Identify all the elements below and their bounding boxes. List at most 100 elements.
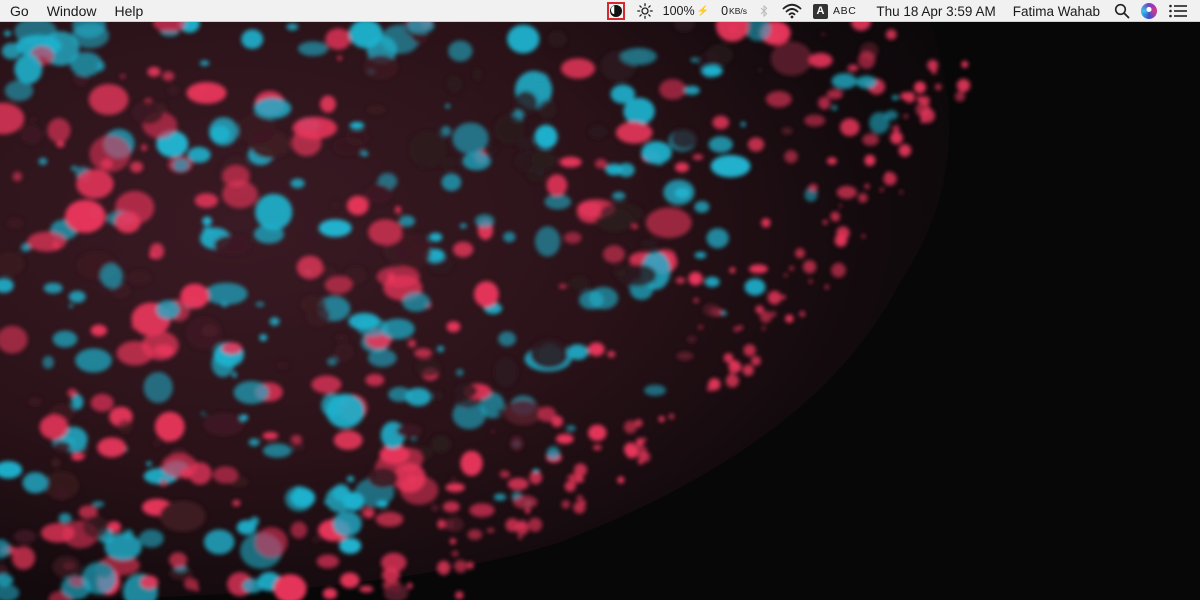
- wallpaper-blob: [683, 85, 700, 95]
- input-source-label[interactable]: ABC: [833, 0, 856, 22]
- wallpaper-blob: [259, 334, 268, 342]
- wallpaper-blob: [292, 443, 305, 451]
- wallpaper-blob: [250, 516, 260, 526]
- wallpaper-blob: [242, 578, 264, 594]
- wallpaper-droplet: [525, 508, 531, 514]
- wallpaper-blob: [394, 205, 402, 214]
- wallpaper-droplet: [784, 273, 788, 277]
- input-source-icon[interactable]: A: [812, 3, 828, 19]
- wallpaper-blob: [43, 282, 63, 294]
- wallpaper-blob: [203, 529, 235, 555]
- menu-help[interactable]: Help: [105, 0, 152, 22]
- menu-go[interactable]: Go: [0, 0, 38, 22]
- notification-center-icon[interactable]: [1168, 4, 1188, 18]
- wallpaper-blob: [331, 201, 339, 210]
- wallpaper-blob: [704, 276, 720, 288]
- wallpaper-blob: [446, 321, 461, 333]
- wallpaper-droplet: [576, 495, 584, 502]
- wallpaper-blob: [381, 567, 401, 583]
- wallpaper-blob: [493, 493, 507, 501]
- network-speed-monitor[interactable]: 0 KB/s: [721, 0, 747, 22]
- wallpaper-blob: [641, 141, 672, 165]
- wallpaper-blob: [114, 211, 141, 234]
- status-menus: 100% ⚡ 0 KB/s A ABC Thu 18 Apr 3:59 AM F…: [602, 0, 1200, 22]
- wallpaper-droplet: [861, 234, 866, 238]
- wallpaper-blob: [808, 183, 818, 192]
- spotlight-search-icon[interactable]: [1114, 3, 1130, 19]
- wallpaper-blob: [490, 429, 496, 433]
- wallpaper-blob: [255, 301, 265, 307]
- wallpaper-blob: [688, 271, 703, 286]
- wallpaper-blob: [262, 431, 279, 440]
- user-name[interactable]: Fatima Wahab: [1013, 0, 1100, 22]
- wallpaper-blob: [452, 241, 474, 258]
- wifi-icon[interactable]: [782, 3, 802, 19]
- wallpaper-blob: [436, 345, 445, 353]
- wallpaper-blob: [327, 357, 338, 366]
- wallpaper-droplet: [864, 183, 870, 189]
- wallpaper-blob: [744, 278, 766, 296]
- wallpaper-blob: [39, 414, 69, 440]
- wallpaper-blob: [123, 529, 134, 539]
- wallpaper-blob: [141, 331, 179, 361]
- wallpaper-blob: [363, 54, 399, 80]
- wallpaper-blob: [365, 184, 392, 204]
- wallpaper-blob: [325, 28, 352, 50]
- wallpaper-blob: [296, 255, 324, 280]
- wallpaper-blob: [221, 342, 242, 355]
- wallpaper-blob: [11, 546, 36, 570]
- wallpaper-blob: [640, 239, 658, 249]
- wallpaper-blob: [836, 185, 857, 199]
- menu-bar: Go Window Help 100% ⚡ 0 KB/s A ABC Thu 1…: [0, 0, 1200, 22]
- wallpaper-blob: [820, 32, 827, 36]
- wallpaper-blob: [674, 162, 690, 173]
- wallpaper-blob: [708, 136, 733, 153]
- wallpaper-droplet: [904, 114, 908, 119]
- wallpaper-blob: [663, 179, 695, 205]
- siri-icon[interactable]: [1141, 3, 1157, 19]
- wallpaper-blob: [200, 412, 206, 416]
- wallpaper-blob: [555, 433, 574, 444]
- wallpaper-blob: [286, 23, 299, 31]
- wallpaper-blob: [92, 501, 105, 508]
- wallpaper-blob: [612, 191, 626, 200]
- wallpaper-blob: [22, 472, 49, 494]
- brightness-icon[interactable]: [636, 3, 653, 19]
- wallpaper-blob: [747, 137, 765, 152]
- wallpaper-blob: [44, 471, 79, 500]
- clock[interactable]: Thu 18 Apr 3:59 AM: [876, 0, 995, 22]
- wallpaper-blob: [498, 331, 517, 347]
- wallpaper-blob: [21, 125, 43, 145]
- wallpaper-droplet: [927, 59, 939, 71]
- wallpaper-droplet: [564, 480, 576, 492]
- wallpaper-blob: [147, 66, 161, 77]
- wallpaper-droplet: [961, 60, 969, 68]
- wallpaper-blob: [402, 292, 431, 312]
- wallpaper-droplet: [890, 131, 903, 145]
- wallpaper-droplet: [785, 314, 794, 323]
- wallpaper-droplet: [762, 326, 766, 330]
- wallpaper-droplet: [518, 535, 523, 540]
- wallpaper-droplet: [617, 476, 625, 484]
- wallpaper-droplet: [789, 266, 794, 271]
- wallpaper-droplet: [830, 211, 841, 222]
- wallpaper-droplet: [641, 437, 647, 443]
- wallpaper-blob: [702, 303, 719, 317]
- menu-window[interactable]: Window: [38, 0, 106, 22]
- night-shift-icon[interactable]: [606, 2, 625, 20]
- wallpaper-droplet: [658, 416, 665, 423]
- wallpaper-blob: [220, 301, 229, 308]
- wallpaper-blob: [446, 75, 463, 93]
- battery-percentage[interactable]: 100%: [663, 0, 695, 22]
- wallpaper-blob: [367, 349, 397, 367]
- wallpaper-blob: [362, 507, 375, 518]
- wallpaper-blob: [141, 144, 148, 151]
- wallpaper-blob: [862, 133, 879, 146]
- wallpaper-blob: [367, 467, 399, 489]
- bluetooth-icon[interactable]: [759, 4, 769, 18]
- wallpaper-blob: [784, 150, 798, 164]
- wallpaper-droplet: [561, 500, 571, 509]
- wallpaper-droplet: [934, 83, 942, 91]
- wallpaper-blob: [345, 130, 370, 146]
- wallpaper-blob: [431, 504, 439, 512]
